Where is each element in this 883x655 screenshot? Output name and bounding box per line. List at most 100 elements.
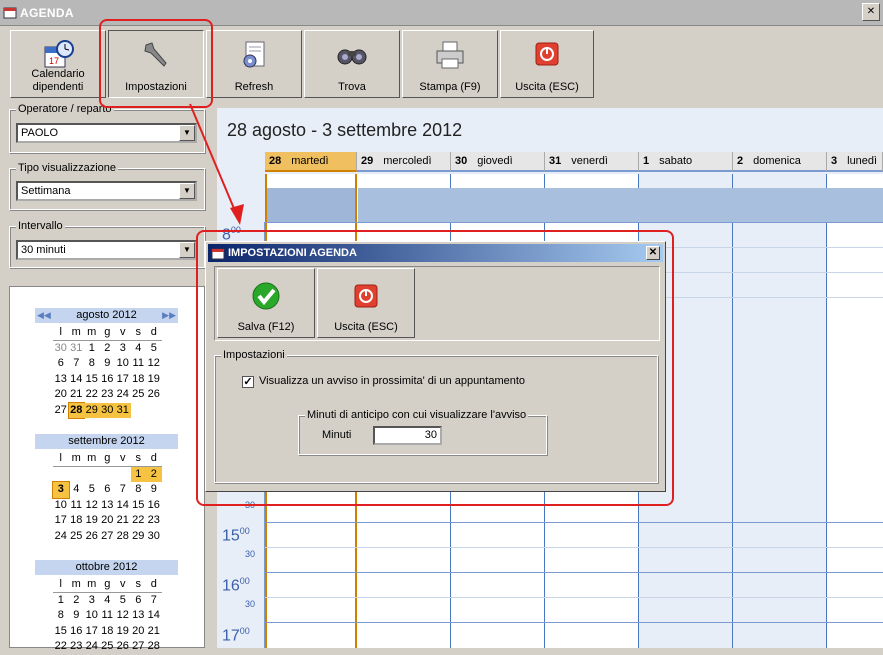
day-cell[interactable]: 13	[131, 608, 147, 624]
day-cell[interactable]: 25	[100, 639, 116, 655]
day-header[interactable]: 2 domenica	[733, 152, 827, 172]
day-cell[interactable]: 12	[84, 498, 100, 514]
day-header[interactable]: 31 venerdì	[545, 152, 639, 172]
day-cell[interactable]: 6	[53, 356, 69, 372]
day-cell[interactable]: 2	[100, 341, 116, 357]
day-cell[interactable]: 23	[100, 387, 116, 403]
day-cell[interactable]: 27	[100, 529, 116, 545]
day-cell[interactable]: 28	[146, 639, 162, 655]
day-cell[interactable]: 27	[53, 403, 69, 419]
day-header[interactable]: 1 sabato	[639, 152, 733, 172]
day-cell[interactable]: 4	[100, 593, 116, 609]
day-cell[interactable]: 4	[69, 482, 85, 498]
day-cell[interactable]: 24	[115, 387, 131, 403]
day-cell[interactable]: 28	[67, 401, 85, 419]
day-cell[interactable]: 1	[130, 466, 146, 482]
day-cell[interactable]: 11	[131, 356, 147, 372]
day-cell[interactable]: 28	[115, 529, 131, 545]
day-cell[interactable]: 17	[115, 372, 131, 388]
day-cell[interactable]: 24	[84, 639, 100, 655]
day-cell[interactable]: 13	[53, 372, 69, 388]
trova-button[interactable]: Trova	[304, 30, 400, 98]
day-cell[interactable]: 18	[131, 372, 147, 388]
day-cell[interactable]: 15	[131, 498, 147, 514]
day-cell[interactable]: 30	[99, 402, 115, 418]
day-cell[interactable]: 9	[146, 482, 162, 498]
day-cell[interactable]: 2	[69, 593, 85, 609]
day-cell[interactable]: 14	[146, 608, 162, 624]
day-cell[interactable]: 24	[53, 529, 69, 545]
minuti-input[interactable]: 30	[373, 426, 442, 445]
day-cell[interactable]: 29	[131, 529, 147, 545]
day-cell[interactable]: 26	[115, 639, 131, 655]
stampa-button[interactable]: Stampa (F9)	[402, 30, 498, 98]
day-cell[interactable]: 18	[100, 624, 116, 640]
day-cell[interactable]: 8	[53, 608, 69, 624]
day-cell[interactable]: 15	[84, 372, 100, 388]
day-cell[interactable]: 25	[131, 387, 147, 403]
day-cell[interactable]: 3	[84, 593, 100, 609]
day-cell[interactable]: 5	[115, 593, 131, 609]
day-cell[interactable]: 7	[115, 482, 131, 498]
day-cell[interactable]: 3	[52, 481, 70, 499]
uscita-button[interactable]: Uscita (ESC)	[500, 30, 594, 98]
day-cell[interactable]: 25	[69, 529, 85, 545]
close-icon[interactable]: ✕	[646, 246, 660, 260]
day-cell[interactable]: 7	[146, 593, 162, 609]
day-cell[interactable]: 14	[115, 498, 131, 514]
day-cell[interactable]: 19	[146, 372, 162, 388]
day-column[interactable]	[827, 174, 883, 648]
tipo-select[interactable]: Settimana ▼	[16, 181, 197, 201]
day-cell[interactable]: 11	[100, 608, 116, 624]
day-cell[interactable]: 10	[84, 608, 100, 624]
day-cell[interactable]: 19	[84, 513, 100, 529]
all-day-slot[interactable]	[267, 188, 355, 222]
day-cell[interactable]: 11	[69, 498, 85, 514]
day-cell[interactable]: 30	[146, 529, 162, 545]
day-cell[interactable]: 22	[53, 639, 69, 655]
day-header[interactable]: 30 giovedì	[451, 152, 545, 172]
day-cell[interactable]: 29	[84, 402, 100, 418]
salva-button[interactable]: Salva (F12)	[217, 268, 315, 338]
day-cell[interactable]: 19	[115, 624, 131, 640]
intervallo-select[interactable]: 30 minuti ▼	[16, 240, 197, 260]
day-cell[interactable]: 26	[146, 387, 162, 403]
day-cell[interactable]: 30	[53, 341, 69, 357]
day-cell[interactable]: 13	[100, 498, 116, 514]
day-cell[interactable]: 10	[115, 356, 131, 372]
day-header[interactable]: 3 lunedì	[827, 152, 883, 172]
day-cell[interactable]: 17	[53, 513, 69, 529]
chevron-down-icon[interactable]: ▼	[179, 242, 195, 258]
day-cell[interactable]: 6	[131, 593, 147, 609]
day-cell[interactable]: 23	[69, 639, 85, 655]
day-cell[interactable]: 21	[115, 513, 131, 529]
avviso-checkbox[interactable]: ✓	[242, 376, 254, 388]
operatore-select[interactable]: PAOLO ▼	[16, 123, 197, 143]
day-cell[interactable]: 2	[146, 466, 162, 482]
day-cell[interactable]: 31	[115, 402, 131, 418]
day-cell[interactable]: 17	[84, 624, 100, 640]
day-cell[interactable]: 12	[146, 356, 162, 372]
day-cell[interactable]: 22	[84, 387, 100, 403]
day-cell[interactable]: 20	[131, 624, 147, 640]
day-cell[interactable]: 20	[100, 513, 116, 529]
day-cell[interactable]: 27	[131, 639, 147, 655]
day-cell[interactable]: 9	[69, 608, 85, 624]
day-column[interactable]	[733, 174, 827, 648]
day-cell[interactable]: 1	[53, 593, 69, 609]
day-cell[interactable]: 5	[146, 341, 162, 357]
calendario-dipendenti-button[interactable]: 17 Calendario dipendenti	[10, 30, 106, 98]
next-month-icon[interactable]: ▶▶	[162, 308, 176, 323]
day-header[interactable]: 29 mercoledì	[357, 152, 451, 172]
day-cell[interactable]: 26	[84, 529, 100, 545]
day-cell[interactable]: 4	[131, 341, 147, 357]
day-cell[interactable]: 9	[100, 356, 116, 372]
day-cell[interactable]: 22	[131, 513, 147, 529]
day-cell[interactable]: 21	[146, 624, 162, 640]
day-cell[interactable]: 8	[131, 482, 147, 498]
day-cell[interactable]: 16	[146, 498, 162, 514]
all-day-slot[interactable]	[358, 188, 883, 222]
day-cell[interactable]: 16	[100, 372, 116, 388]
day-cell[interactable]: 5	[84, 482, 100, 498]
day-cell[interactable]: 7	[69, 356, 85, 372]
